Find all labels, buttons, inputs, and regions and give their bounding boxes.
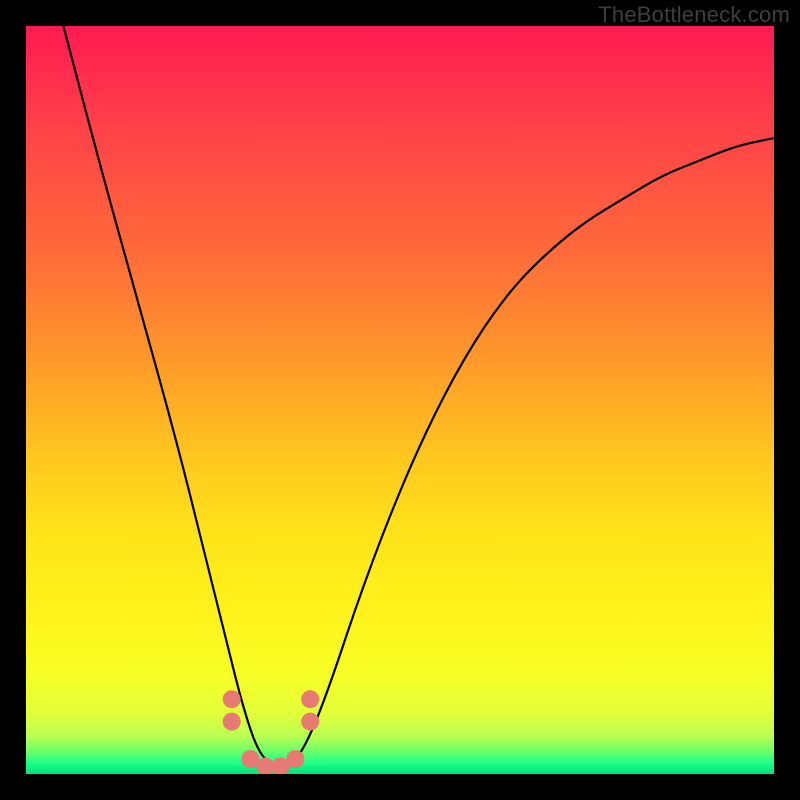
marker-dot <box>223 713 241 731</box>
marker-dot <box>301 690 319 708</box>
watermark-text: TheBottleneck.com <box>598 2 790 28</box>
marker-dot <box>223 690 241 708</box>
marker-dot <box>286 750 304 768</box>
bottleneck-curve <box>26 26 774 774</box>
curve-path <box>63 26 774 767</box>
chart-plot-area <box>26 26 774 774</box>
marker-dot <box>256 758 274 775</box>
marker-dot <box>241 750 259 768</box>
chart-frame: TheBottleneck.com <box>0 0 800 800</box>
marker-dot <box>301 713 319 731</box>
marker-dot <box>271 758 289 775</box>
marker-group <box>223 690 320 774</box>
